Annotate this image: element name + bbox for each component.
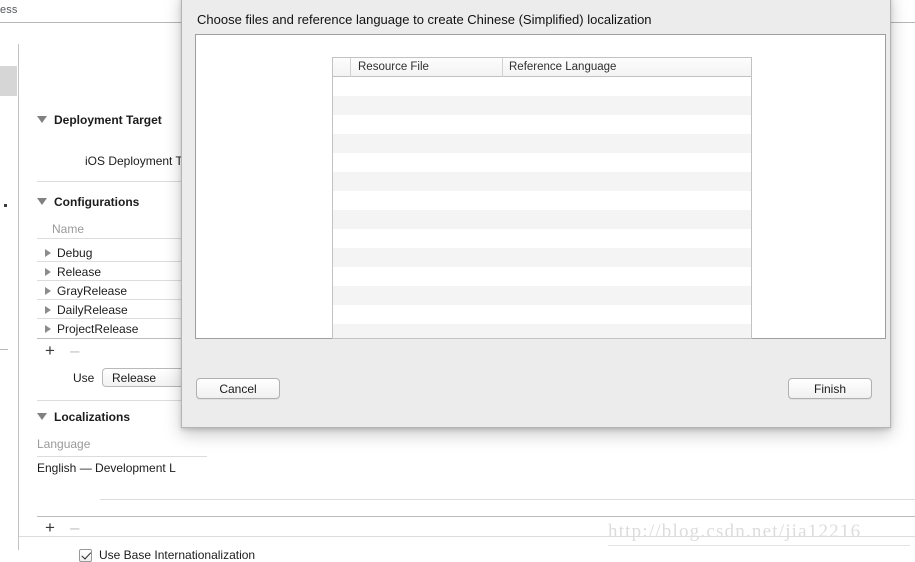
configuration-name: Release: [57, 265, 102, 279]
table-row[interactable]: [333, 115, 751, 134]
table-row[interactable]: [333, 248, 751, 267]
add-configuration-button[interactable]: +: [45, 342, 55, 359]
column-divider[interactable]: [502, 58, 503, 77]
section-header-configurations[interactable]: Configurations: [37, 195, 139, 209]
column-header-name: Name: [52, 222, 85, 236]
disclosure-triangle-icon[interactable]: [37, 116, 47, 124]
table-row[interactable]: Release: [45, 265, 101, 279]
table-row[interactable]: English — Development L: [37, 461, 176, 475]
add-localization-button[interactable]: +: [45, 519, 55, 536]
navigator-marker-line: [0, 349, 8, 350]
watermark-text: http://blog.csdn.net/jia12216: [608, 521, 862, 542]
disclosure-triangle-icon[interactable]: [45, 305, 51, 314]
table-row[interactable]: [333, 286, 751, 305]
table-header-row: Resource File Reference Language: [333, 58, 751, 77]
table-row[interactable]: [333, 191, 751, 210]
localizations-table-bottom-rule: [100, 499, 915, 500]
configuration-name: ProjectRelease: [57, 322, 139, 336]
section-title-configurations: Configurations: [54, 195, 140, 209]
table-row[interactable]: ProjectRelease: [45, 322, 138, 336]
table-row[interactable]: [333, 96, 751, 115]
disclosure-triangle-icon[interactable]: [45, 286, 51, 295]
table-row[interactable]: Debug: [45, 246, 92, 260]
disclosure-triangle-icon[interactable]: [37, 198, 47, 206]
remove-configuration-button[interactable]: –: [70, 342, 79, 359]
table-row[interactable]: DailyRelease: [45, 303, 128, 317]
navigator-gutter: [0, 44, 19, 550]
section-title-deployment-target: Deployment Target: [54, 113, 162, 127]
language-name: English — Development L: [37, 461, 176, 475]
use-base-internationalization-checkbox[interactable]: [79, 548, 92, 562]
section-header-localizations[interactable]: Localizations: [37, 410, 130, 424]
use-configuration-label: Use: [73, 371, 95, 385]
column-header-reference-language[interactable]: Reference Language: [509, 61, 616, 73]
configuration-name: DailyRelease: [57, 303, 128, 317]
column-header-resource-file[interactable]: Resource File: [358, 61, 429, 73]
disclosure-triangle-icon[interactable]: [37, 413, 47, 421]
ios-deployment-target-label: iOS Deployment T: [85, 154, 183, 168]
sheet-title: Choose files and reference language to c…: [197, 12, 652, 27]
section-header-deployment-target[interactable]: Deployment Target: [37, 113, 162, 127]
cancel-button[interactable]: Cancel: [196, 378, 280, 399]
table-row[interactable]: [333, 267, 751, 286]
finish-button[interactable]: Finish: [788, 378, 872, 399]
table-row[interactable]: [333, 172, 751, 191]
disclosure-triangle-icon[interactable]: [45, 324, 51, 333]
configuration-name: Debug: [57, 246, 93, 260]
breadcrumb: ess: [0, 4, 18, 16]
use-base-internationalization-label: Use Base Internationalization: [99, 548, 256, 562]
table-row[interactable]: [333, 77, 751, 96]
table-body: [333, 77, 751, 338]
disclosure-triangle-icon[interactable]: [45, 248, 51, 257]
configuration-name: GrayRelease: [57, 284, 128, 298]
localizations-footer-rule: [37, 516, 915, 517]
remove-localization-button[interactable]: –: [70, 519, 79, 536]
table-row[interactable]: [333, 153, 751, 172]
column-divider[interactable]: [350, 58, 351, 77]
use-configuration-value: Release: [112, 371, 157, 385]
resource-file-table[interactable]: Resource File Reference Language: [332, 57, 752, 339]
section-title-localizations: Localizations: [54, 410, 131, 424]
table-row[interactable]: [333, 134, 751, 153]
table-row[interactable]: [333, 229, 751, 248]
localizations-table-top-rule: [37, 456, 207, 457]
column-header-language: Language: [37, 437, 91, 451]
disclosure-triangle-icon[interactable]: [45, 267, 51, 276]
localization-sheet-dialog: Choose files and reference language to c…: [181, 0, 891, 428]
navigator-selected-item[interactable]: [0, 66, 17, 96]
table-row[interactable]: GrayRelease: [45, 284, 127, 298]
table-row[interactable]: [333, 305, 751, 324]
watermark-underline: [608, 545, 910, 546]
use-base-internationalization-row[interactable]: Use Base Internationalization: [79, 548, 255, 562]
table-row[interactable]: [333, 324, 751, 338]
sheet-content-area: Resource File Reference Language: [195, 34, 886, 339]
navigator-marker-dot: [4, 204, 7, 207]
table-row[interactable]: [333, 210, 751, 229]
